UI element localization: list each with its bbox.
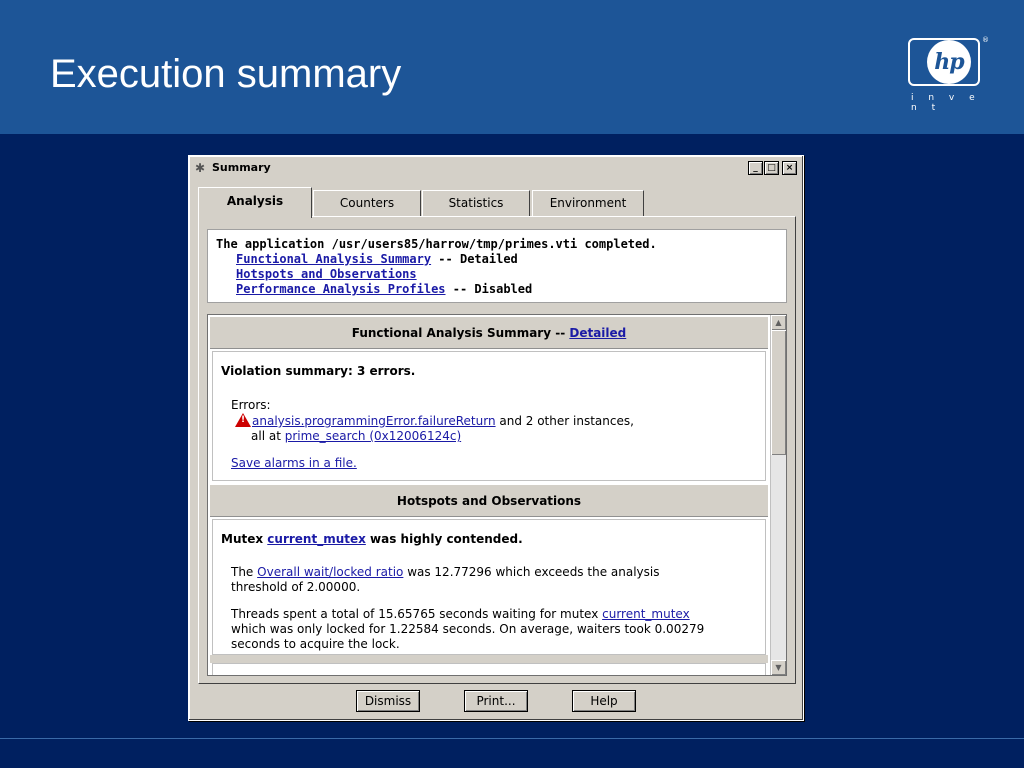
ratio-prefix: The <box>231 565 258 579</box>
functional-section-body: Violation summary: 3 errors. Errors: ana… <box>212 351 766 481</box>
performance-profiles-link[interactable]: Performance Analysis Profiles <box>236 282 446 296</box>
threads-prefix: Threads spent a total of 15.65765 second… <box>231 607 603 621</box>
hotspots-section-header: Hotspots and Observations <box>210 485 768 517</box>
mutex-link[interactable]: current_mutex <box>267 532 366 546</box>
summary-window: ✱ Summary _ □ × Analysis Counters Statis… <box>188 155 804 721</box>
save-alarms-wrap: Save alarms in a file. <box>231 456 357 471</box>
completion-message: The application /usr/users85/harrow/tmp/… <box>216 237 657 251</box>
tab-analysis[interactable]: Analysis <box>198 187 312 218</box>
ratio-line-2: threshold of 2.00000. <box>231 580 361 594</box>
slide-title: Execution summary <box>50 52 402 96</box>
help-button[interactable]: Help <box>572 690 636 712</box>
completion-info: The application /usr/users85/harrow/tmp/… <box>207 229 787 303</box>
footer-divider <box>0 738 1024 739</box>
window-titlebar[interactable]: ✱ Summary _ □ × <box>192 159 800 177</box>
ratio-line-1: The Overall wait/locked ratio was 12.772… <box>231 565 659 580</box>
dismiss-button[interactable]: Dismiss <box>356 690 420 712</box>
maximize-button[interactable]: □ <box>764 161 779 175</box>
save-alarms-link[interactable]: Save alarms in a file. <box>231 456 357 470</box>
mutex-prefix: Mutex <box>221 532 268 546</box>
error-line: analysis.programmingError.failureReturn … <box>235 413 634 429</box>
threads-line-2: which was only locked for 1.22584 second… <box>231 622 705 636</box>
detailed-link[interactable]: Detailed <box>569 326 626 340</box>
threads-line-3: seconds to acquire the lock. <box>231 637 400 651</box>
window-title: Summary <box>212 161 271 174</box>
info-item-suffix: -- Detailed <box>431 252 518 266</box>
threads-line-1: Threads spent a total of 15.65765 second… <box>231 607 704 622</box>
hp-tagline: i n v e n t <box>911 93 981 113</box>
error-suffix: and 2 other instances, <box>495 414 634 428</box>
error-location: all at prime_search (0x12006124c) <box>251 429 461 444</box>
hotspots-link[interactable]: Hotspots and Observations <box>236 267 417 281</box>
hp-logo: hp ® i n v e n t <box>906 36 989 113</box>
scroll-thumb[interactable] <box>771 330 786 455</box>
violation-summary: Violation summary: 3 errors. <box>221 364 416 378</box>
tab-statistics[interactable]: Statistics <box>422 190 530 216</box>
location-link[interactable]: prime_search (0x12006124c) <box>285 429 461 443</box>
ratio-paragraph: The Overall wait/locked ratio was 12.772… <box>231 565 659 595</box>
slide-header: Execution summary hp ® i n v e n t <box>0 0 1024 134</box>
warning-icon <box>235 413 251 427</box>
wait-ratio-link[interactable]: Overall wait/locked ratio <box>257 565 403 579</box>
info-item: Hotspots and Observations <box>216 267 786 282</box>
close-button[interactable]: × <box>782 161 797 175</box>
threads-paragraph: Threads spent a total of 15.65765 second… <box>231 607 704 652</box>
app-icon: ✱ <box>195 161 206 175</box>
hp-logo-mark: hp <box>927 40 971 84</box>
section-separator <box>210 655 768 663</box>
functional-summary-link[interactable]: Functional Analysis Summary <box>236 252 431 266</box>
info-item: Performance Analysis Profiles -- Disable… <box>216 282 786 297</box>
hp-logo-badge: hp <box>908 38 980 86</box>
ratio-suffix: was 12.77296 which exceeds the analysis <box>403 565 660 579</box>
tab-environment[interactable]: Environment <box>532 190 644 216</box>
minimize-button[interactable]: _ <box>748 161 763 175</box>
mutex-line: Mutex current_mutex was highly contended… <box>221 532 523 546</box>
hotspots-section-body: Mutex current_mutex was highly contended… <box>212 519 766 655</box>
errors-label: Errors: <box>231 398 271 412</box>
functional-section-header: Functional Analysis Summary -- Detailed <box>210 317 768 349</box>
print-button[interactable]: Print... <box>464 690 528 712</box>
next-section-body <box>212 663 766 675</box>
info-item-suffix: -- Disabled <box>445 282 533 296</box>
functional-header-text: Functional Analysis Summary -- <box>351 326 570 340</box>
mutex-suffix: was highly contended. <box>365 532 523 546</box>
scroll-down-icon[interactable]: ▼ <box>771 660 786 675</box>
mutex-link-2[interactable]: current_mutex <box>602 607 690 621</box>
error-link[interactable]: analysis.programmingError.failureReturn <box>252 414 496 428</box>
at-prefix: all at <box>251 429 285 443</box>
vertical-scrollbar[interactable]: ▲ ▼ <box>770 315 786 675</box>
registered-mark: ® <box>982 36 989 44</box>
tab-counters[interactable]: Counters <box>313 190 421 216</box>
info-item: Functional Analysis Summary -- Detailed <box>216 252 786 267</box>
report-scroll-area[interactable]: Functional Analysis Summary -- Detailed … <box>207 314 787 676</box>
scroll-up-icon[interactable]: ▲ <box>771 315 786 330</box>
